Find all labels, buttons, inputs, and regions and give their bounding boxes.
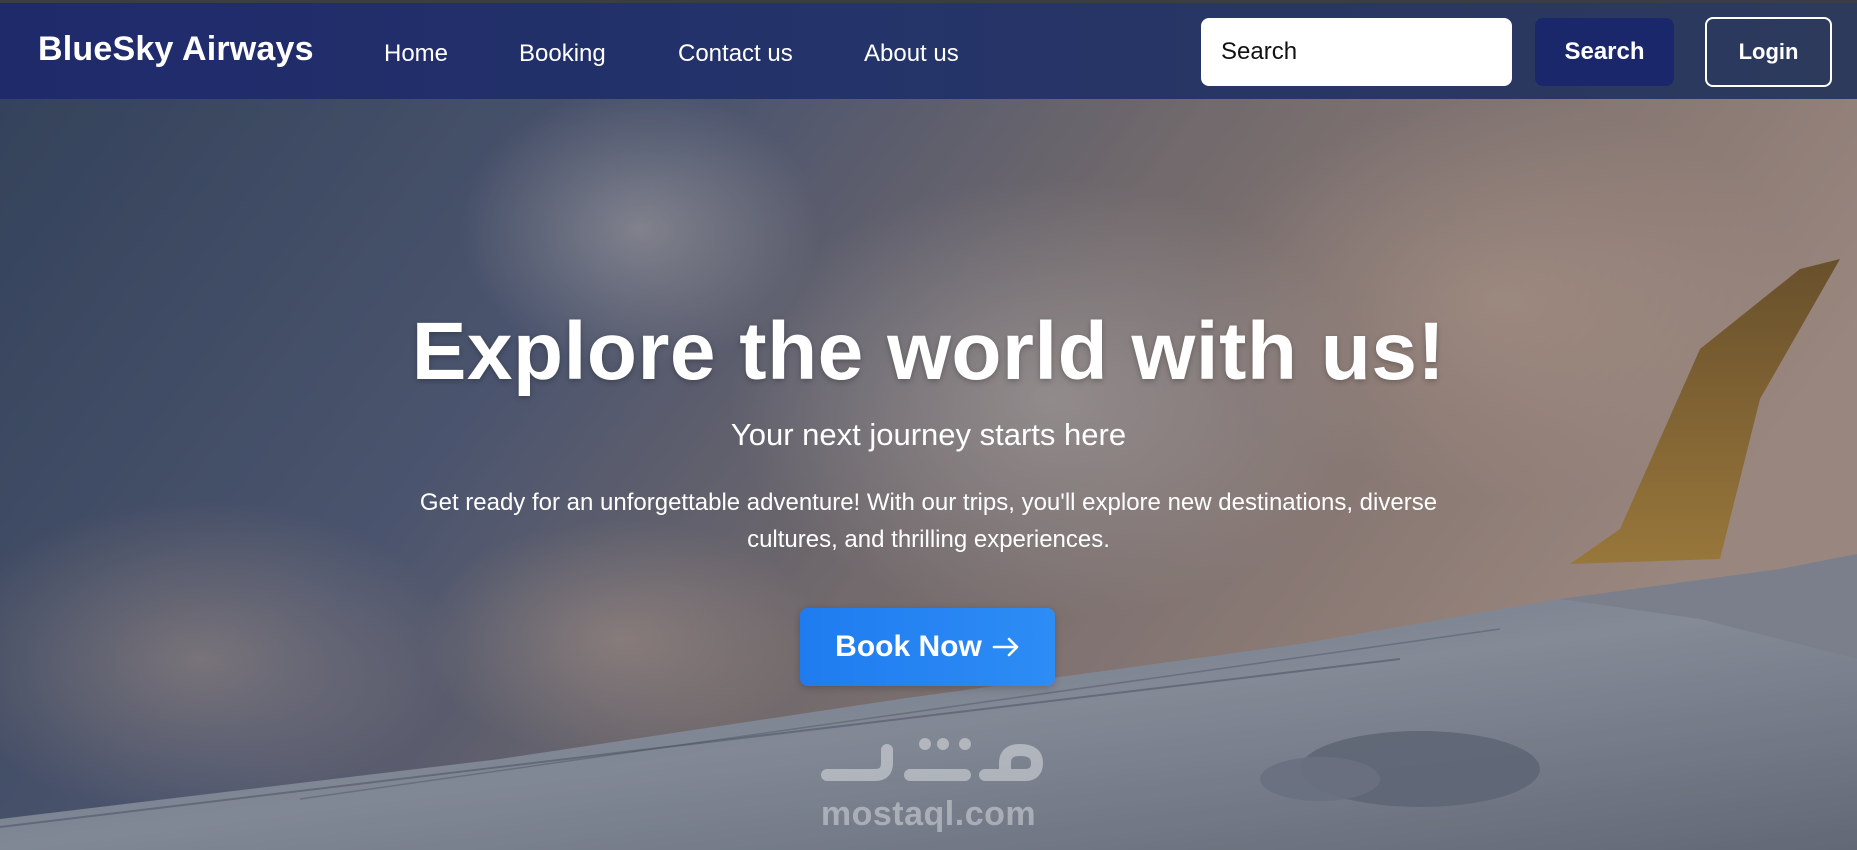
nav-link-booking[interactable]: Booking [519, 40, 606, 68]
navbar: BlueSky Airways Home Booking Contact us … [0, 3, 1857, 99]
hero-description: Get ready for an unforgettable adventure… [419, 489, 1438, 553]
watermark-text: mostaql.com [820, 795, 1037, 833]
nav-link-home[interactable]: Home [384, 40, 448, 68]
nav-link-contact[interactable]: Contact us [678, 40, 793, 68]
book-now-label: Book Now [835, 630, 982, 663]
hero-subtitle: Your next journey starts here [730, 417, 1127, 452]
hero-title: Explore the world with us! [411, 306, 1446, 397]
brand-logo[interactable]: BlueSky Airways [38, 30, 314, 69]
nav-link-about[interactable]: About us [864, 40, 959, 68]
login-button[interactable]: Login [1705, 17, 1832, 87]
book-now-button[interactable]: Book Now [800, 608, 1055, 686]
mostaql-logo-icon [821, 738, 1044, 781]
arrow-right-icon [992, 637, 1019, 657]
search-input[interactable] [1201, 18, 1512, 86]
search-button[interactable]: Search [1535, 18, 1674, 86]
